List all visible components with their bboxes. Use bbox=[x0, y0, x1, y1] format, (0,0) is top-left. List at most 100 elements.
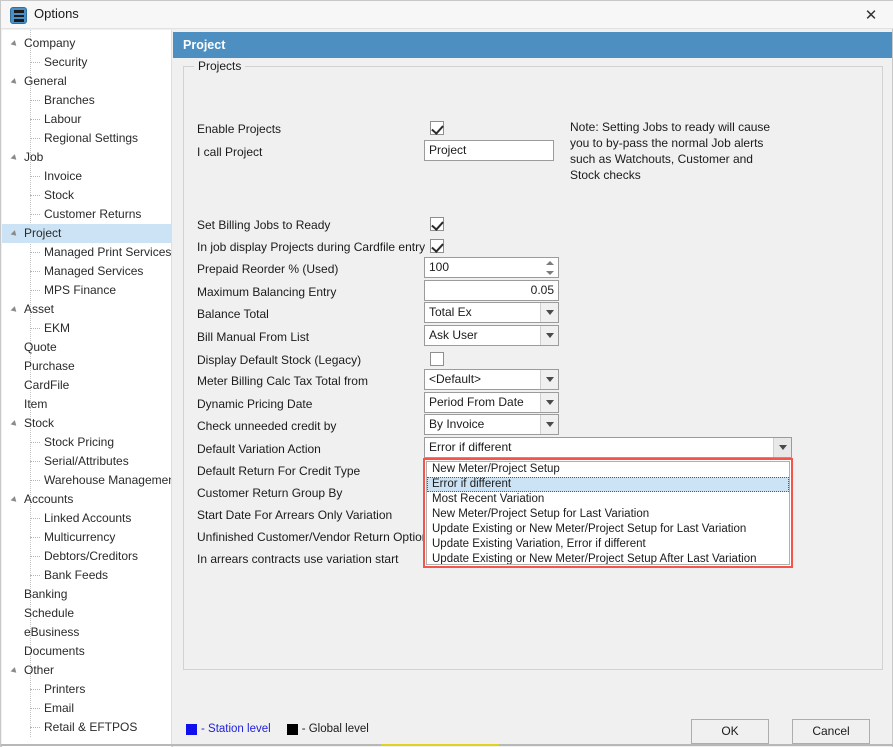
chevron-down-icon[interactable] bbox=[540, 303, 558, 322]
sidebar-item-label: Stock bbox=[24, 416, 54, 430]
sidebar-item-email[interactable]: Email bbox=[2, 699, 171, 718]
label-maximum-balancing-entry: Maximum Balancing Entry bbox=[197, 285, 336, 299]
select-balance-total[interactable]: Total Ex bbox=[424, 302, 559, 323]
sidebar-item-managed-services[interactable]: Managed Services bbox=[2, 262, 171, 281]
checkbox-enable-projects[interactable] bbox=[430, 121, 444, 135]
sidebar-item-printers[interactable]: Printers bbox=[2, 680, 171, 699]
sidebar-item-other[interactable]: Other bbox=[2, 661, 171, 680]
sidebar-item-accounts[interactable]: Accounts bbox=[2, 490, 171, 509]
input-i-call-project[interactable]: Project bbox=[424, 140, 554, 161]
sidebar-item-label: Multicurrency bbox=[44, 530, 115, 544]
projects-groupbox: Projects Enable Projects I call Project … bbox=[183, 66, 883, 670]
chevron-down-icon[interactable] bbox=[540, 415, 558, 434]
sidebar-item-label: Branches bbox=[44, 93, 95, 107]
sidebar-item-label: Documents bbox=[24, 644, 85, 658]
sidebar-item-labour[interactable]: Labour bbox=[2, 110, 171, 129]
app-icon bbox=[10, 7, 27, 24]
select-balance-total-value: Total Ex bbox=[429, 305, 472, 319]
sidebar-item-label: Serial/Attributes bbox=[44, 454, 129, 468]
spinner-arrows-icon[interactable] bbox=[546, 260, 555, 276]
sidebar-item-multicurrency[interactable]: Multicurrency bbox=[2, 528, 171, 547]
dropdown-option[interactable]: Update Existing Variation, Error if diff… bbox=[427, 537, 789, 552]
sidebar-item-branches[interactable]: Branches bbox=[2, 91, 171, 110]
select-default-variation-action[interactable]: Error if different bbox=[424, 437, 792, 458]
sidebar-item-label: Banking bbox=[24, 587, 67, 601]
sidebar-item-documents[interactable]: Documents bbox=[2, 642, 171, 661]
sidebar-item-banking[interactable]: Banking bbox=[2, 585, 171, 604]
sidebar-item-item[interactable]: Item bbox=[2, 395, 171, 414]
sidebar-item-ekm[interactable]: EKM bbox=[2, 319, 171, 338]
sidebar-item-label: Printers bbox=[44, 682, 85, 696]
label-display-default-stock: Display Default Stock (Legacy) bbox=[197, 353, 361, 367]
chevron-down-icon[interactable] bbox=[540, 370, 558, 389]
close-icon[interactable]: ✕ bbox=[848, 1, 893, 29]
sidebar-item-warehouse-management[interactable]: Warehouse Management bbox=[2, 471, 171, 490]
label-set-billing-jobs-ready: Set Billing Jobs to Ready bbox=[197, 218, 330, 232]
chevron-down-icon[interactable] bbox=[540, 326, 558, 345]
page-title: Project bbox=[173, 32, 892, 58]
checkbox-set-billing-jobs-ready[interactable] bbox=[430, 217, 444, 231]
dropdown-option[interactable]: New Meter/Project Setup bbox=[427, 462, 789, 477]
sidebar-item-label: eBusiness bbox=[24, 625, 79, 639]
label-dynamic-pricing-date: Dynamic Pricing Date bbox=[197, 397, 312, 411]
sidebar-item-general[interactable]: General bbox=[2, 72, 171, 91]
dropdown-option[interactable]: Error if different bbox=[427, 477, 789, 492]
spinner-prepaid-reorder-value: 100 bbox=[429, 260, 449, 274]
sidebar-item-mps-finance[interactable]: MPS Finance bbox=[2, 281, 171, 300]
sidebar-item-linked-accounts[interactable]: Linked Accounts bbox=[2, 509, 171, 528]
sidebar-item-invoice[interactable]: Invoice bbox=[2, 167, 171, 186]
checkbox-display-default-stock[interactable] bbox=[430, 352, 444, 366]
checkbox-display-projects-cardfile[interactable] bbox=[430, 239, 444, 253]
chevron-down-icon[interactable] bbox=[773, 438, 791, 457]
sidebar-item-stock-pricing[interactable]: Stock Pricing bbox=[2, 433, 171, 452]
sidebar-item-project[interactable]: Project bbox=[2, 224, 171, 243]
sidebar-item-schedule[interactable]: Schedule bbox=[2, 604, 171, 623]
sidebar-item-label: Schedule bbox=[24, 606, 74, 620]
sidebar-item-quote[interactable]: Quote bbox=[2, 338, 171, 357]
dropdown-option[interactable]: New Meter/Project Setup for Last Variati… bbox=[427, 507, 789, 522]
sidebar-item-debtors-creditors[interactable]: Debtors/Creditors bbox=[2, 547, 171, 566]
ok-button[interactable]: OK bbox=[691, 719, 769, 744]
groupbox-title: Projects bbox=[194, 59, 245, 73]
sidebar-item-company[interactable]: Company bbox=[2, 34, 171, 53]
sidebar-item-purchase[interactable]: Purchase bbox=[2, 357, 171, 376]
sidebar-item-label: Invoice bbox=[44, 169, 82, 183]
sidebar-item-bank-feeds[interactable]: Bank Feeds bbox=[2, 566, 171, 585]
label-default-return-credit-type: Default Return For Credit Type bbox=[197, 464, 360, 478]
sidebar-item-stock[interactable]: Stock bbox=[2, 186, 171, 205]
sidebar-item-label: CardFile bbox=[24, 378, 69, 392]
sidebar-item-managed-print-services[interactable]: Managed Print Services bbox=[2, 243, 171, 262]
sidebar-item-label: EKM bbox=[44, 321, 70, 335]
sidebar-item-label: Labour bbox=[44, 112, 81, 126]
sidebar-item-cardfile[interactable]: CardFile bbox=[2, 376, 171, 395]
sidebar-nav-tree[interactable]: CompanySecurityGeneral Branches Labour Regi… bbox=[2, 30, 172, 747]
sidebar-item-serial-attributes[interactable]: Serial/Attributes bbox=[2, 452, 171, 471]
dropdown-option[interactable]: Update Existing or New Meter/Project Set… bbox=[427, 552, 789, 565]
sidebar-item-asset[interactable]: Asset bbox=[2, 300, 171, 319]
dropdown-option[interactable]: Update Existing or New Meter/Project Set… bbox=[427, 522, 789, 537]
dialog-footer: - Station level- Global level OK Cancel bbox=[173, 715, 892, 747]
sidebar-item-retail-eftpos[interactable]: Retail & EFTPOS bbox=[2, 718, 171, 737]
cancel-button[interactable]: Cancel bbox=[792, 719, 870, 744]
sidebar-item-label: Email bbox=[44, 701, 74, 715]
select-check-unneeded-credit[interactable]: By Invoice bbox=[424, 414, 559, 435]
sidebar-item-job[interactable]: Job bbox=[2, 148, 171, 167]
input-maximum-balancing-entry[interactable]: 0.05 bbox=[424, 280, 559, 301]
sidebar-item-security[interactable]: Security bbox=[2, 53, 171, 72]
select-meter-billing-calc[interactable]: <Default> bbox=[424, 369, 559, 390]
legend-swatch-icon bbox=[186, 724, 197, 735]
select-meter-billing-calc-value: <Default> bbox=[429, 372, 481, 386]
select-bill-manual-from-list[interactable]: Ask User bbox=[424, 325, 559, 346]
sidebar-item-stock[interactable]: Stock bbox=[2, 414, 171, 433]
select-dynamic-pricing-date[interactable]: Period From Date bbox=[424, 392, 559, 413]
label-balance-total: Balance Total bbox=[197, 307, 269, 321]
spinner-prepaid-reorder[interactable]: 100 bbox=[424, 257, 559, 278]
dropdown-option[interactable]: Most Recent Variation bbox=[427, 492, 789, 507]
sidebar-item-ebusiness[interactable]: eBusiness bbox=[2, 623, 171, 642]
content-panel: Project Projects Enable Projects I call … bbox=[173, 32, 892, 715]
chevron-down-icon[interactable] bbox=[540, 393, 558, 412]
sidebar-item-regional-settings[interactable]: Regional Settings bbox=[2, 129, 171, 148]
sidebar-item-label: Regional Settings bbox=[44, 131, 138, 145]
sidebar-item-customer-returns[interactable]: Customer Returns bbox=[2, 205, 171, 224]
dropdown-list-default-variation-action[interactable]: New Meter/Project SetupError if differen… bbox=[426, 461, 790, 565]
